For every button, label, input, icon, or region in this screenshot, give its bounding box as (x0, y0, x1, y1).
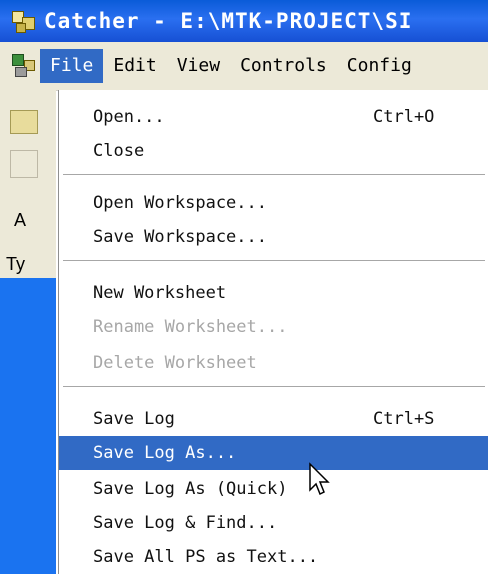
menu-item-save-log[interactable]: Save Log Ctrl+S (59, 402, 488, 436)
menu-item-save-log-and-find[interactable]: Save Log & Find... (59, 506, 488, 540)
menu-item-open-workspace[interactable]: Open Workspace... (59, 186, 488, 220)
menu-item-rename-worksheet: Rename Worksheet... (93, 317, 288, 337)
menu-item-new-worksheet[interactable]: New Worksheet (59, 276, 488, 310)
menu-item-save-log-as[interactable]: Save Log As... (59, 436, 488, 470)
menu-separator (63, 386, 485, 388)
menu-item-save-all-ps-as-text[interactable]: Save All PS as Text... (59, 540, 488, 574)
file-menu-dropdown: Open... Ctrl+O Close Open Workspace... S… (58, 90, 488, 574)
menu-controls[interactable]: Controls (230, 49, 337, 83)
column-header-type[interactable]: Ty (6, 254, 25, 275)
menu-item-open[interactable]: Open... Ctrl+O (59, 100, 488, 134)
menu-item-save-log-as-quick[interactable]: Save Log As (Quick) (59, 472, 488, 506)
toolbar-open-button[interactable] (10, 110, 38, 134)
system-menu-icon[interactable] (12, 54, 36, 78)
menu-bar: File Edit View Controls Config (0, 42, 488, 91)
menu-separator (63, 174, 485, 176)
shortcut-label: Ctrl+S (373, 409, 435, 429)
menu-edit[interactable]: Edit (103, 49, 166, 83)
menu-item-save-workspace[interactable]: Save Workspace... (59, 220, 488, 254)
background-button-label: A (14, 210, 27, 230)
menu-item-close[interactable]: Close (59, 134, 488, 168)
menu-config[interactable]: Config (337, 49, 422, 83)
mouse-cursor-icon (309, 462, 330, 496)
menu-view[interactable]: View (167, 49, 230, 83)
window-title: Catcher - E:\MTK-PROJECT\SI (44, 9, 413, 33)
toolbar-button[interactable] (10, 150, 38, 178)
background-log-pane (0, 278, 56, 574)
title-bar[interactable]: Catcher - E:\MTK-PROJECT\SI (0, 0, 488, 42)
menu-file[interactable]: File (40, 49, 104, 83)
app-icon[interactable] (12, 9, 36, 33)
menu-item-delete-worksheet: Delete Worksheet (93, 353, 257, 373)
menu-separator (63, 260, 485, 262)
shortcut-label: Ctrl+O (373, 107, 435, 127)
